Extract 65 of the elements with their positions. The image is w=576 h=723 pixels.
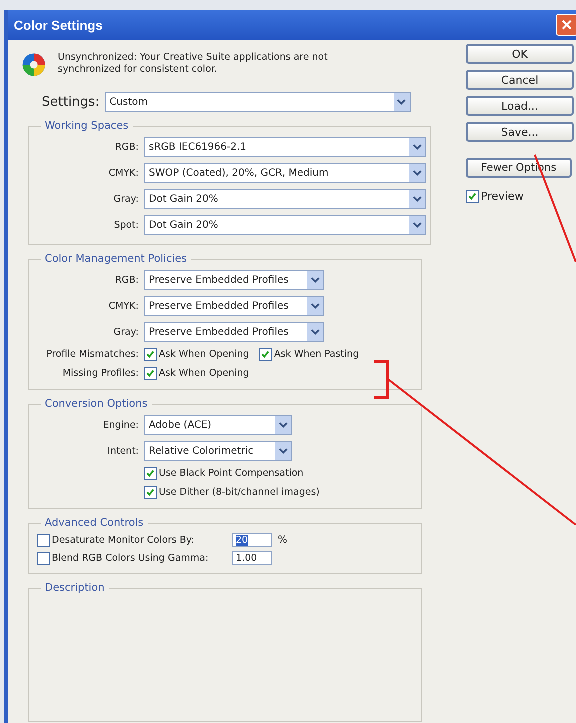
dialog-button[interactable]: Load...: [466, 96, 574, 116]
bracket-mark: [374, 360, 390, 400]
dialog-button[interactable]: Cancel: [466, 70, 574, 90]
checkbox-label: Use Black Point Compensation: [159, 468, 304, 479]
dropdown[interactable]: Dot Gain 20%: [144, 215, 426, 235]
dropdown[interactable]: Preserve Embedded Profiles: [144, 322, 324, 342]
chevron-down-icon: [278, 448, 288, 454]
checkbox-label: Ask When Opening: [159, 349, 250, 360]
close-button[interactable]: [556, 14, 576, 36]
group-title: Conversion Options: [44, 398, 149, 410]
checkbox[interactable]: [466, 190, 479, 203]
checkbox[interactable]: [259, 348, 272, 361]
chevron-down-icon: [397, 99, 406, 105]
checkbox[interactable]: [37, 552, 50, 564]
dropdown[interactable]: Adobe (ACE): [144, 415, 292, 435]
dropdown[interactable]: Dot Gain 20%: [144, 189, 426, 209]
field-label: CMYK:: [108, 300, 140, 312]
close-icon: [562, 20, 572, 30]
checkbox-label: Use Dither (8-bit/channel images): [159, 487, 320, 498]
dropdown[interactable]: Custom: [104, 92, 411, 112]
number-field[interactable]: 1.00: [232, 551, 272, 565]
chevron-down-icon: [310, 277, 320, 283]
field-label: RGB:: [114, 274, 140, 286]
field-label: Gray:: [112, 326, 140, 338]
group-title: Advanced Controls: [44, 517, 145, 529]
field-label: Intent:: [106, 446, 140, 456]
dropdown[interactable]: sRGB IEC61966-2.1: [144, 137, 426, 157]
field-label: Gray:: [112, 194, 140, 204]
chevron-down-icon: [310, 303, 320, 309]
field-label: Profile Mismatches:: [46, 349, 140, 360]
unit-label: %: [278, 534, 288, 546]
field-label: RGB:: [114, 142, 140, 152]
dropdown[interactable]: Preserve Embedded Profiles: [144, 296, 324, 316]
sync-warning-text: Unsynchronized: Your Creative Suite applications are not synchronized for consistent color.: [58, 52, 329, 76]
chevron-down-icon: [278, 422, 288, 428]
dialog-button[interactable]: OK: [466, 44, 574, 64]
group-title: Color Management Policies: [44, 253, 188, 265]
checkbox-label: Desaturate Monitor Colors By:: [52, 534, 195, 546]
chevron-down-icon: [412, 144, 422, 150]
checkbox[interactable]: [144, 348, 157, 361]
dropdown[interactable]: Preserve Embedded Profiles: [144, 270, 324, 290]
number-field[interactable]: 20: [232, 533, 272, 547]
checkbox-label: Ask When Pasting: [274, 349, 360, 360]
checkbox-label: Preview: [481, 190, 524, 203]
dropdown[interactable]: SWOP (Coated), 20%, GCR, Medium: [144, 163, 426, 183]
group-title: Description: [44, 582, 106, 594]
field-label: Missing Profiles:: [62, 368, 140, 379]
field-label: Spot:: [113, 220, 140, 230]
checkbox[interactable]: [144, 467, 157, 480]
chevron-down-icon: [412, 196, 422, 202]
field-label: Engine:: [102, 420, 140, 430]
settings-label: Settings:: [42, 94, 100, 110]
dropdown[interactable]: Relative Colorimetric: [144, 441, 292, 461]
chevron-down-icon: [310, 329, 320, 335]
checkbox[interactable]: [144, 367, 157, 380]
dialog-button[interactable]: Save...: [466, 122, 574, 142]
field-label: CMYK:: [108, 168, 140, 178]
checkbox-label: Ask When Opening: [159, 368, 250, 379]
chevron-down-icon: [412, 222, 422, 228]
checkbox-label: Blend RGB Colors Using Gamma:: [52, 552, 209, 564]
chevron-down-icon: [412, 170, 422, 176]
checkbox[interactable]: [144, 486, 157, 499]
group-title: Working Spaces: [44, 120, 130, 132]
window-title: Color Settings: [14, 18, 103, 32]
checkbox[interactable]: [37, 534, 50, 546]
